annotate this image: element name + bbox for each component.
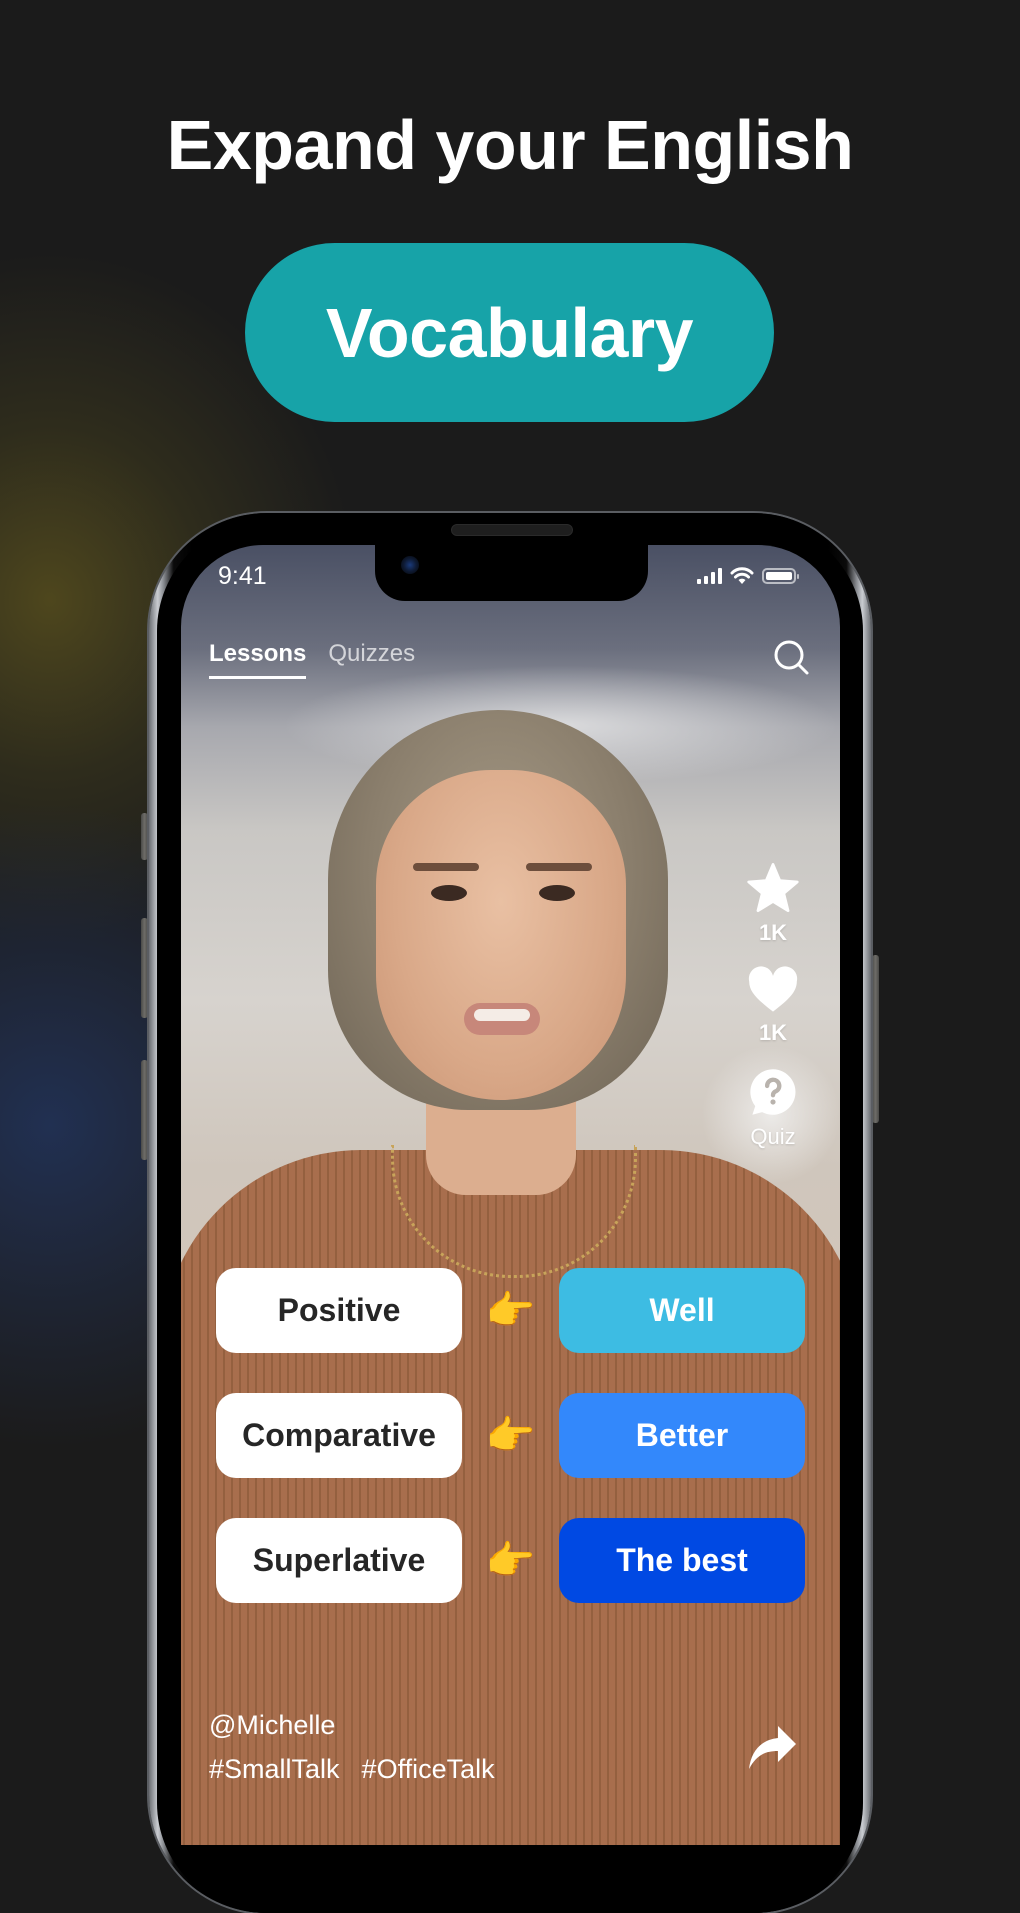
word-card[interactable]: Well — [559, 1268, 805, 1353]
like-count: 1K — [758, 1020, 788, 1045]
status-icons — [697, 567, 799, 585]
status-time: 9:41 — [218, 562, 267, 590]
phone-notch — [375, 545, 648, 601]
action-rail: 1K 1K Quiz — [737, 862, 809, 1164]
pointing-hand-icon: 👉 — [485, 1539, 536, 1583]
presenter-brow-left — [413, 863, 479, 871]
hashtag-link[interactable]: #SmallTalk — [209, 1754, 340, 1785]
hashtag-link[interactable]: #OfficeTalk — [362, 1754, 495, 1785]
quiz-label: Quiz — [750, 1124, 796, 1149]
pointing-hand-icon: 👉 — [485, 1414, 536, 1458]
app-screen — [181, 545, 840, 1845]
phone-power-button — [872, 955, 879, 1123]
battery-icon — [762, 568, 799, 584]
vocab-row: Positive 👉 Well — [216, 1268, 806, 1353]
degree-label-card[interactable]: Positive — [216, 1268, 462, 1353]
presenter-eye-right — [539, 885, 575, 901]
phone-volume-down-button — [141, 1060, 148, 1160]
heart-icon — [748, 966, 798, 1012]
word-card[interactable]: Better — [559, 1393, 805, 1478]
author-handle[interactable]: @Michelle — [209, 1710, 335, 1741]
hashtags: #SmallTalk #OfficeTalk — [209, 1754, 495, 1785]
phone-speaker — [451, 524, 573, 536]
share-arrow-icon — [749, 1726, 796, 1769]
presenter-face — [376, 770, 626, 1100]
favorite-count: 1K — [758, 920, 788, 945]
tab-lessons[interactable]: Lessons — [209, 640, 307, 679]
cellular-signal-icon — [697, 568, 722, 584]
presenter-eye-left — [431, 885, 467, 901]
vocab-row: Comparative 👉 Better — [216, 1393, 806, 1478]
vocab-row: Superlative 👉 The best — [216, 1518, 806, 1603]
degree-label-card[interactable]: Comparative — [216, 1393, 462, 1478]
phone-silent-switch — [141, 813, 148, 860]
quiz-bubble-icon — [750, 1069, 796, 1115]
quiz-button[interactable]: Quiz — [747, 1066, 799, 1150]
degree-label-card[interactable]: Superlative — [216, 1518, 462, 1603]
phone-volume-up-button — [141, 918, 148, 1018]
word-card[interactable]: The best — [559, 1518, 805, 1603]
promo-headline: Expand your English — [166, 106, 854, 184]
like-button[interactable]: 1K — [747, 966, 799, 1046]
tab-quizzes[interactable]: Quizzes — [328, 640, 415, 679]
vocab-comparison: Positive 👉 Well Comparative 👉 Better Sup… — [216, 1268, 806, 1643]
pointing-hand-icon: 👉 — [485, 1289, 536, 1333]
share-button[interactable] — [746, 1722, 798, 1772]
presenter-brow-right — [526, 863, 592, 871]
favorite-button[interactable]: 1K — [746, 862, 800, 946]
search-button[interactable] — [772, 638, 812, 678]
presenter-teeth — [474, 1009, 530, 1021]
search-icon — [774, 640, 809, 675]
category-pill: Vocabulary — [245, 243, 774, 422]
content-tabs: Lessons Quizzes — [209, 640, 415, 679]
front-camera — [401, 556, 419, 574]
star-icon — [747, 863, 799, 913]
wifi-icon — [730, 567, 754, 584]
